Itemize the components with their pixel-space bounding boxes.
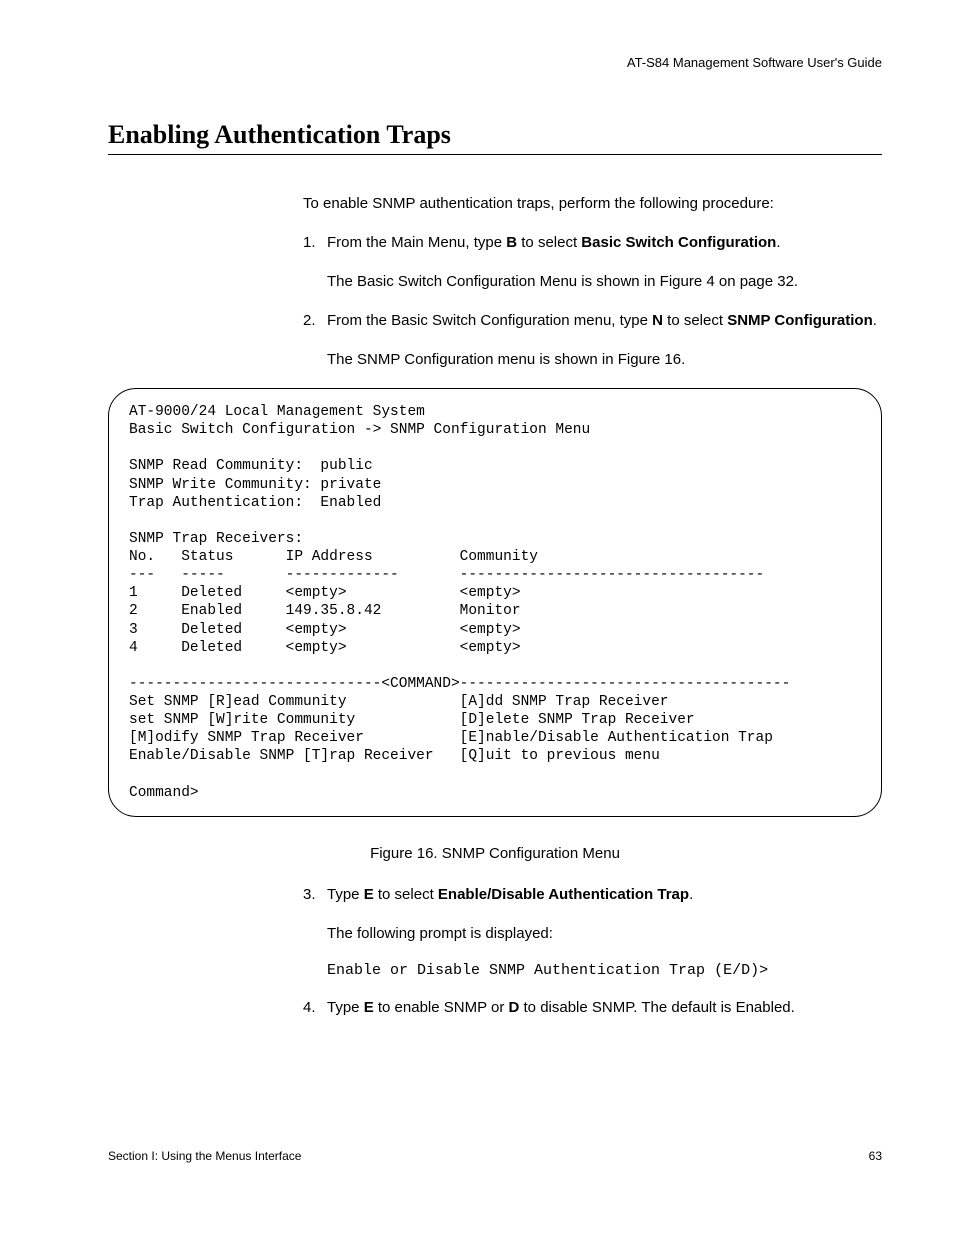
step-number: 4.: [303, 997, 327, 1018]
key-b: B: [506, 234, 517, 251]
key-n: N: [652, 312, 663, 329]
snmp-auth-prompt: Enable or Disable SNMP Authentication Tr…: [327, 962, 882, 979]
step-2: 2. From the Basic Switch Configuration m…: [303, 310, 882, 331]
step-number: 1.: [303, 232, 327, 253]
step-text: Type E to select Enable/Disable Authenti…: [327, 884, 882, 905]
footer-section-label: Section I: Using the Menus Interface: [108, 1149, 301, 1163]
key-e: E: [364, 886, 374, 903]
footer-page-number: 63: [869, 1149, 882, 1163]
key-d-disable: D: [509, 999, 520, 1016]
step-2-follow: The SNMP Configuration menu is shown in …: [327, 349, 882, 370]
step-1-follow: The Basic Switch Configuration Menu is s…: [327, 271, 882, 292]
figure-caption: Figure 16. SNMP Configuration Menu: [108, 845, 882, 862]
step-3-follow: The following prompt is displayed:: [327, 923, 882, 944]
step-text: From the Basic Switch Configuration menu…: [327, 310, 882, 331]
header-guide-title: AT-S84 Management Software User's Guide: [108, 55, 882, 70]
step-text: From the Main Menu, type B to select Bas…: [327, 232, 882, 253]
target-basic-switch: Basic Switch Configuration: [581, 234, 776, 251]
key-e-enable: E: [364, 999, 374, 1016]
step-3: 3. Type E to select Enable/Disable Authe…: [303, 884, 882, 905]
section-title: Enabling Authentication Traps: [108, 120, 882, 155]
step-4: 4. Type E to enable SNMP or D to disable…: [303, 997, 882, 1018]
step-text: Type E to enable SNMP or D to disable SN…: [327, 997, 882, 1018]
target-snmp-config: SNMP Configuration: [727, 312, 873, 329]
target-enable-disable-auth: Enable/Disable Authentication Trap: [438, 886, 689, 903]
step-number: 2.: [303, 310, 327, 331]
step-number: 3.: [303, 884, 327, 905]
terminal-screenshot: AT-9000/24 Local Management System Basic…: [108, 388, 882, 817]
step-1: 1. From the Main Menu, type B to select …: [303, 232, 882, 253]
page-footer: Section I: Using the Menus Interface 63: [108, 1149, 882, 1163]
intro-paragraph: To enable SNMP authentication traps, per…: [303, 193, 882, 214]
